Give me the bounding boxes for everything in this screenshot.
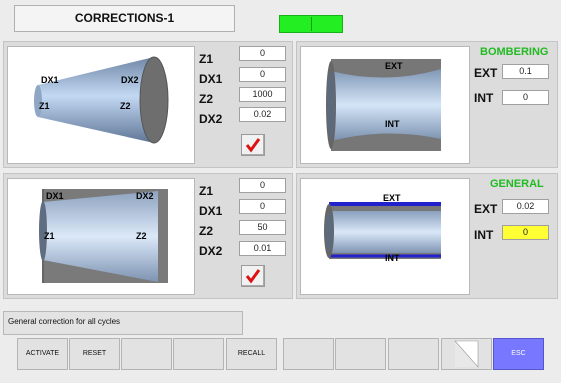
label-z1: Z1 [39,101,50,111]
ext-field[interactable]: 0.1 [502,64,549,79]
page-curl-icon [454,340,479,368]
toolbar-button-3[interactable] [121,338,172,370]
label-int: INT [385,253,400,263]
label-z2: Z2 [199,92,214,106]
label-dx1: DX1 [199,204,223,218]
toolbar-button-8[interactable] [388,338,439,370]
label-dx2: DX2 [121,75,139,85]
label-z1: Z1 [199,52,214,66]
ext-field[interactable]: 0.02 [502,199,549,214]
diagram-general: EXT INT [300,178,470,295]
diagram-conical-inner: DX1 DX2 Z1 Z2 [7,178,195,295]
toolbar-button-6[interactable] [283,338,334,370]
label-int: INT [385,119,400,129]
z2-field[interactable]: 1000 [239,87,286,102]
label-ext: EXT [474,202,498,216]
label-z2: Z2 [120,101,131,111]
label-dx1: DX1 [199,72,223,86]
label-dx2: DX2 [136,191,154,201]
status-message: General correction for all cycles [3,311,243,335]
dx2-field[interactable]: 0.02 [239,107,286,122]
diagram-conical-outer: DX1 DX2 Z1 Z2 [7,46,195,164]
label-ext: EXT [383,193,401,203]
reset-button[interactable]: RESET [69,338,120,370]
label-dx1: DX1 [41,75,59,85]
activate-button[interactable]: ACTIVATE [17,338,68,370]
dx1-field[interactable]: 0 [239,67,286,82]
section-title-general: GENERAL [490,178,544,190]
page-title: CORRECTIONS-1 [14,5,235,32]
label-int: INT [474,228,494,242]
label-z1: Z1 [199,184,214,198]
z1-field[interactable]: 0 [239,46,286,61]
checkmark-icon [245,138,261,153]
dx2-field[interactable]: 0.01 [239,241,286,256]
label-ext: EXT [474,66,498,80]
label-ext: EXT [385,61,403,71]
dx1-field[interactable]: 0 [239,199,286,214]
diagram-bombering: EXT INT [300,46,470,164]
label-z1: Z1 [44,231,55,241]
page-curl-button[interactable] [441,338,492,370]
label-dx2: DX2 [199,244,223,258]
section-title-bombering: BOMBERING [480,46,549,58]
z1-field[interactable]: 0 [239,178,286,193]
label-dx1: DX1 [46,191,64,201]
confirm-button-inner[interactable] [241,265,265,287]
toolbar-button-7[interactable] [335,338,386,370]
checkmark-icon [245,269,261,284]
recall-button[interactable]: RECALL [226,338,277,370]
label-dx2: DX2 [199,112,223,126]
status-indicator [279,15,343,33]
int-field[interactable]: 0 [502,90,549,105]
toolbar-button-4[interactable] [173,338,224,370]
label-z2: Z2 [199,224,214,238]
esc-button[interactable]: ESC [493,338,544,370]
label-int: INT [474,91,494,105]
int-field[interactable]: 0 [502,225,549,240]
z2-field[interactable]: 50 [239,220,286,235]
confirm-button-outer[interactable] [241,134,265,156]
label-z2: Z2 [136,231,147,241]
